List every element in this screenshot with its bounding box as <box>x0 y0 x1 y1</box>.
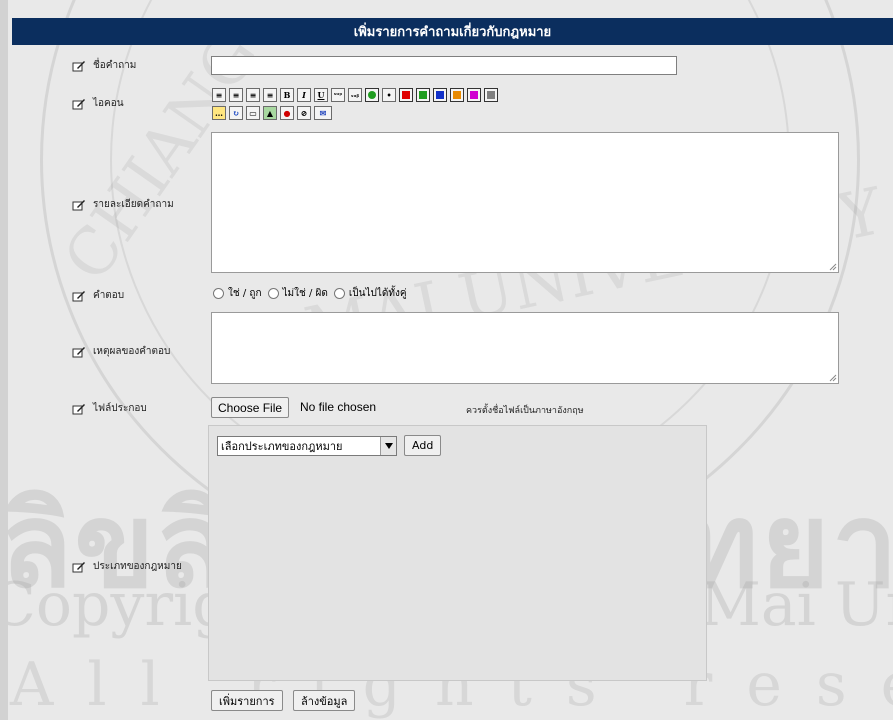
submit-button[interactable]: เพิ่มรายการ <box>211 690 283 711</box>
reason-label: เหตุผลของคำตอบ <box>93 346 171 357</box>
bomb-icon[interactable]: ● <box>280 106 294 120</box>
detail-row: รายละเอียดคำถาม <box>72 197 174 212</box>
color-red-icon[interactable] <box>399 88 413 102</box>
resize-grip-icon[interactable] <box>829 263 837 271</box>
question-title-label: ชื่อคำถาม <box>93 60 137 71</box>
bold-icon[interactable]: B <box>280 88 294 102</box>
formatting-toolbar: ≡ ≡ ≡ ≡ B I U ˢᵘᵖ ₛᵤᵦ • … ↻ ▭ ▲ ● ⊘ ✉ <box>212 88 498 124</box>
answer-option-label: เป็นไปได้ทั้งคู่ <box>348 288 407 299</box>
attachment-row: ไฟล์ประกอบ <box>72 401 147 416</box>
comment-icon[interactable]: … <box>212 106 226 120</box>
email-icon[interactable]: ✉ <box>314 106 332 120</box>
law-type-panel <box>208 425 707 681</box>
question-title-input[interactable] <box>211 56 677 75</box>
subscript-icon[interactable]: ₛᵤᵦ <box>348 88 362 102</box>
insert-image-icon[interactable] <box>365 88 379 102</box>
align-left-icon[interactable]: ≡ <box>212 88 226 102</box>
edit-icon <box>72 199 85 210</box>
answer-option-label: ใช่ / ถูก <box>228 288 262 299</box>
law-type-row: ประเภทของกฎหมาย <box>72 559 182 574</box>
choose-file-button[interactable]: Choose File <box>211 397 290 418</box>
law-type-label: ประเภทของกฎหมาย <box>93 561 182 572</box>
answer-radio-group: ใช่ / ถูก ไม่ใช่ / ผิด เป็นไปได้ทั้งคู่ <box>213 286 413 301</box>
detail-label: รายละเอียดคำถาม <box>93 199 174 210</box>
attachment-label: ไฟล์ประกอบ <box>93 403 147 414</box>
no-file-text: No file chosen <box>300 400 377 414</box>
align-justify-icon[interactable]: ≡ <box>263 88 277 102</box>
picture-icon[interactable]: ▲ <box>263 106 277 120</box>
chevron-down-icon[interactable] <box>380 437 396 455</box>
reason-row: เหตุผลของคำตอบ <box>72 344 170 359</box>
radio-button[interactable] <box>213 288 224 299</box>
color-blue-icon[interactable] <box>433 88 447 102</box>
reason-textarea[interactable] <box>211 312 839 384</box>
frame-icon[interactable]: ▭ <box>246 106 260 120</box>
answer-option-label: ไม่ใช่ / ผิด <box>282 288 328 299</box>
edit-icon <box>72 561 85 572</box>
law-type-select[interactable]: เลือกประเภทของกฎหมาย <box>217 436 397 456</box>
color-magenta-icon[interactable] <box>467 88 481 102</box>
color-green-icon[interactable] <box>416 88 430 102</box>
align-right-icon[interactable]: ≡ <box>246 88 260 102</box>
icon-label: ไอคอน <box>93 98 124 109</box>
align-center-icon[interactable]: ≡ <box>229 88 243 102</box>
answer-row: คำตอบ <box>72 288 124 303</box>
edit-icon <box>72 60 85 71</box>
radio-button[interactable] <box>267 288 279 299</box>
strike-icon[interactable]: ⊘ <box>297 106 311 120</box>
page-title: เพิ่มรายการคำถามเกี่ยวกับกฎหมาย <box>12 18 893 45</box>
answer-label: คำตอบ <box>93 290 125 301</box>
edit-icon <box>72 403 85 414</box>
color-orange-icon[interactable] <box>450 88 464 102</box>
file-note: ควรตั้งชื่อไฟล์เป็นภาษาอังกฤษ <box>466 406 584 416</box>
italic-icon[interactable]: I <box>297 88 311 102</box>
color-gray-icon[interactable] <box>484 88 498 102</box>
answer-option-both[interactable]: เป็นไปได้ทั้งคู่ <box>333 286 407 301</box>
hr-icon[interactable]: • <box>382 88 396 102</box>
law-type-selected: เลือกประเภทของกฎหมาย <box>221 440 343 453</box>
answer-option-no[interactable]: ไม่ใช่ / ผิด <box>267 286 328 301</box>
underline-icon[interactable]: U <box>314 88 328 102</box>
icon-row: ไอคอน <box>72 96 124 111</box>
edit-icon <box>72 290 85 301</box>
detail-textarea[interactable] <box>211 132 839 273</box>
clear-button[interactable]: ล้างข้อมูล <box>293 690 356 711</box>
left-strip <box>0 0 8 720</box>
question-title-row: ชื่อคำถาม <box>72 58 136 73</box>
edit-icon <box>72 346 85 357</box>
add-button[interactable]: Add <box>404 435 442 456</box>
refresh-icon[interactable]: ↻ <box>229 106 243 120</box>
edit-icon <box>72 98 85 109</box>
resize-grip-icon[interactable] <box>829 374 837 382</box>
answer-option-yes[interactable]: ใช่ / ถูก <box>213 286 262 301</box>
radio-button[interactable] <box>333 288 345 299</box>
superscript-icon[interactable]: ˢᵘᵖ <box>331 88 345 102</box>
